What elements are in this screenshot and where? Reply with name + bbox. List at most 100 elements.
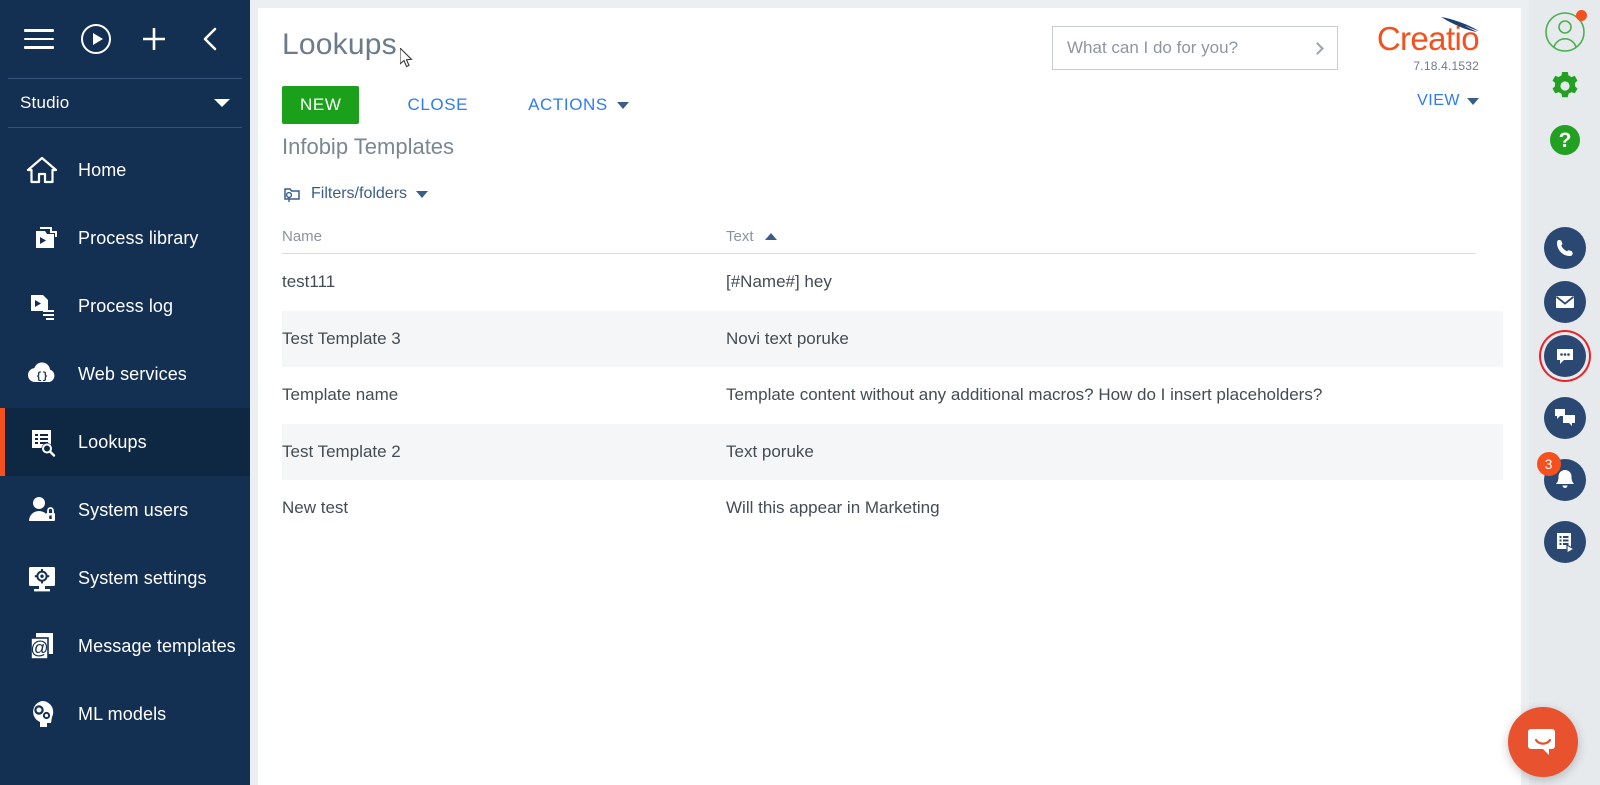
- system-users-icon: [22, 490, 62, 530]
- phone-icon[interactable]: [1541, 224, 1589, 272]
- sidebar-nav: Home Process library: [0, 128, 250, 748]
- column-header-text[interactable]: Text: [726, 228, 1476, 245]
- app-root: Studio Home: [0, 0, 1600, 785]
- svg-text:{}: {}: [36, 371, 48, 383]
- close-button-label: CLOSE: [407, 95, 468, 115]
- actions-button[interactable]: ACTIONS: [510, 86, 647, 124]
- workspace-selector[interactable]: Studio: [0, 79, 250, 127]
- section-title: Infobip Templates: [282, 134, 454, 160]
- process-library-icon: [22, 218, 62, 258]
- sidebar-item-message-templates[interactable]: @ Message templates: [0, 612, 250, 680]
- web-services-icon: {}: [22, 354, 62, 394]
- sidebar-item-label: System settings: [78, 566, 207, 590]
- column-header-name[interactable]: Name: [282, 228, 726, 245]
- cell-name: Template name: [282, 385, 726, 405]
- run-process-icon[interactable]: [75, 18, 117, 60]
- sidebar-item-process-log[interactable]: Process log: [0, 272, 250, 340]
- cell-text: Novi text poruke: [726, 329, 1503, 349]
- message-templates-icon: @: [22, 626, 62, 666]
- collapse-icon[interactable]: [190, 18, 232, 60]
- menu-icon[interactable]: [18, 18, 60, 60]
- filters-folders-button[interactable]: Filters/folders: [282, 184, 428, 204]
- sidebar-item-ml-models[interactable]: ML models: [0, 680, 250, 748]
- cell-name: test111: [282, 272, 726, 292]
- chevron-down-icon: [617, 102, 629, 109]
- sidebar-item-label: Home: [78, 158, 126, 182]
- process-tasks-icon[interactable]: [1541, 518, 1589, 566]
- brand-logo: Creatio 7.18.4.1532: [1377, 20, 1479, 73]
- grid-header-row: Name Text: [282, 220, 1476, 254]
- chevron-right-icon: [1311, 42, 1324, 55]
- sidebar-item-label: ML models: [78, 702, 166, 726]
- ml-models-icon: [22, 694, 62, 734]
- cell-text: [#Name#] hey: [726, 272, 1503, 292]
- help-icon[interactable]: ?: [1541, 116, 1589, 164]
- chevron-down-icon: [1467, 98, 1479, 105]
- chat-icon[interactable]: [1541, 332, 1589, 380]
- sidebar-item-process-library[interactable]: Process library: [0, 204, 250, 272]
- filters-folders-label: Filters/folders: [311, 185, 407, 203]
- actions-button-label: ACTIONS: [528, 95, 608, 115]
- sidebar-item-label: Lookups: [78, 430, 147, 454]
- lookups-icon: [22, 422, 62, 462]
- sort-ascending-icon: [765, 233, 777, 240]
- search-input[interactable]: [1053, 27, 1297, 69]
- sidebar-item-label: Process library: [78, 226, 199, 250]
- sidebar-item-label: Message templates: [78, 634, 236, 658]
- global-search[interactable]: [1052, 26, 1338, 70]
- logo-swoosh-icon: [1439, 14, 1483, 34]
- cell-name: Test Template 2: [282, 442, 726, 462]
- sidebar-item-label: Process log: [78, 294, 173, 318]
- version-label: 7.18.4.1532: [1377, 59, 1479, 73]
- sidebar-item-home[interactable]: Home: [0, 136, 250, 204]
- main-content: Lookups Creatio 7.18.4.1532 VIEW NEW CLO…: [258, 8, 1521, 785]
- sidebar-item-system-settings[interactable]: System settings: [0, 544, 250, 612]
- page-title: Lookups: [282, 28, 397, 62]
- notifications-badge: 3: [1537, 452, 1561, 476]
- chevron-down-icon: [416, 191, 428, 198]
- mouse-cursor: [400, 48, 414, 68]
- record-toolbar: NEW CLOSE ACTIONS: [282, 86, 647, 124]
- cell-text: Will this appear in Marketing: [726, 498, 1503, 518]
- cell-name: Test Template 3: [282, 329, 726, 349]
- cell-text: Text poruke: [726, 442, 1503, 462]
- home-icon: [22, 150, 62, 190]
- process-log-icon: [22, 286, 62, 326]
- feed-icon[interactable]: [1541, 394, 1589, 442]
- sidebar-item-web-services[interactable]: {} Web services: [0, 340, 250, 408]
- table-row[interactable]: test111 [#Name#] hey: [282, 254, 1503, 311]
- column-header-label: Name: [282, 228, 322, 245]
- view-menu-label: VIEW: [1417, 92, 1460, 110]
- sidebar-item-lookups[interactable]: Lookups: [0, 408, 250, 476]
- new-button[interactable]: NEW: [282, 86, 359, 124]
- workspace-label: Studio: [20, 93, 69, 113]
- profile-status-badge: [1576, 10, 1587, 21]
- view-menu-button[interactable]: VIEW: [1417, 92, 1479, 110]
- right-rail: ?: [1529, 0, 1600, 785]
- search-submit-button[interactable]: [1297, 27, 1337, 69]
- email-icon[interactable]: [1541, 278, 1589, 326]
- gear-icon[interactable]: [1541, 62, 1589, 110]
- table-row[interactable]: Test Template 2 Text poruke: [282, 424, 1503, 481]
- cell-name: New test: [282, 498, 726, 518]
- column-header-label: Text: [726, 228, 754, 245]
- user-profile-icon[interactable]: [1541, 8, 1589, 56]
- notifications-icon[interactable]: 3: [1541, 456, 1589, 504]
- records-grid: Name Text test111 [#Name#] hey Test Temp…: [282, 220, 1503, 537]
- filters-folder-icon: [282, 184, 302, 204]
- sidebar-item-system-users[interactable]: System users: [0, 476, 250, 544]
- close-button[interactable]: CLOSE: [389, 86, 486, 124]
- svg-text:?: ?: [1558, 129, 1571, 152]
- table-row[interactable]: New test Will this appear in Marketing: [282, 480, 1503, 537]
- system-settings-icon: [22, 558, 62, 598]
- sidebar-item-label: Web services: [78, 362, 187, 386]
- sidebar-item-label: System users: [78, 498, 188, 522]
- svg-text:@: @: [30, 638, 48, 658]
- table-row[interactable]: Test Template 3 Novi text poruke: [282, 311, 1503, 368]
- cell-text: Template content without any additional …: [726, 385, 1503, 405]
- left-sidebar: Studio Home: [0, 0, 250, 785]
- add-icon[interactable]: [133, 18, 175, 60]
- table-row[interactable]: Template name Template content without a…: [282, 367, 1503, 424]
- intercom-launcher[interactable]: [1508, 707, 1578, 777]
- chevron-down-icon: [214, 99, 230, 107]
